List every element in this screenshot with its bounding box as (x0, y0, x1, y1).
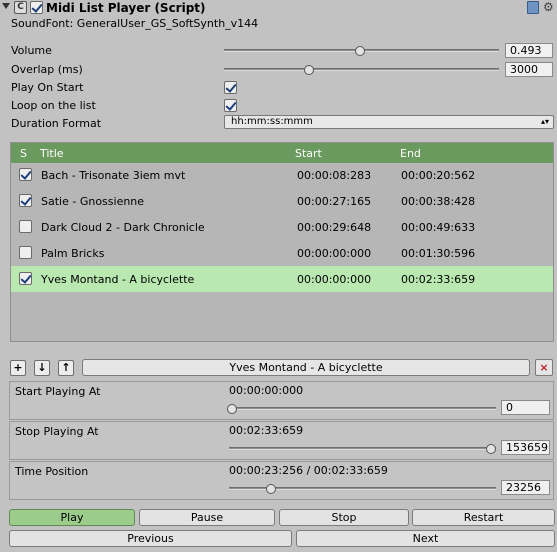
row-end: 00:02:33:659 (401, 273, 476, 286)
row-start: 00:00:08:283 (297, 169, 372, 182)
list-row[interactable]: Dark Cloud 2 - Dark Chronicle 00:00:29:6… (11, 214, 553, 240)
list-row[interactable]: Bach - Trisonate 3iem mvt 00:00:08:283 0… (11, 162, 553, 188)
stop-playing-time: 00:02:33:659 (229, 424, 304, 437)
play-on-start-label: Play On Start (11, 81, 84, 94)
stop-button[interactable]: Stop (279, 509, 409, 526)
row-title: Yves Montand - A bicyclette (41, 273, 195, 286)
time-position-text: 00:00:23:256 / 00:02:33:659 (229, 464, 388, 477)
row-start: 00:00:29:648 (297, 221, 372, 234)
volume-field[interactable]: 0.493 (505, 43, 553, 58)
move-down-button[interactable]: ↓ (34, 360, 50, 376)
duration-format-value: hh:mm:ss:mmm (231, 116, 313, 127)
selected-item-button[interactable]: Yves Montand - A bicyclette (82, 359, 530, 376)
col-header-end: End (400, 147, 421, 160)
stop-playing-label: Stop Playing At (15, 425, 99, 438)
position-slider-thumb[interactable] (266, 484, 276, 494)
row-title: Bach - Trisonate 3iem mvt (41, 169, 186, 182)
play-on-start-checkbox[interactable] (224, 81, 237, 94)
previous-button[interactable]: Previous (9, 530, 292, 547)
row-title: Dark Cloud 2 - Dark Chronicle (41, 221, 205, 234)
overlap-field[interactable]: 3000 (505, 62, 553, 77)
row-checkbox[interactable] (19, 220, 32, 233)
gear-icon[interactable]: ⚙ (543, 1, 554, 14)
overlap-label: Overlap (ms) (11, 63, 83, 76)
list-row-selected[interactable]: Yves Montand - A bicyclette 00:00:00:000… (11, 266, 553, 292)
row-checkbox[interactable] (19, 272, 32, 285)
script-icon: C (14, 1, 27, 14)
row-checkbox[interactable] (19, 168, 32, 181)
pause-button[interactable]: Pause (139, 509, 275, 526)
list-row[interactable]: Satie - Gnossienne 00:00:27:165 00:00:38… (11, 188, 553, 214)
row-title: Satie - Gnossienne (41, 195, 145, 208)
start-playing-time: 00:00:00:000 (229, 384, 304, 397)
row-end: 00:00:38:428 (401, 195, 476, 208)
volume-slider-thumb[interactable] (355, 46, 365, 56)
row-start: 00:00:00:000 (297, 247, 372, 260)
list-row[interactable]: Palm Bricks 00:00:00:000 00:01:30:596 (11, 240, 553, 266)
row-title: Palm Bricks (41, 247, 105, 260)
play-button[interactable]: Play (9, 509, 135, 526)
position-field[interactable]: 23256 (501, 480, 550, 495)
start-slider-thumb[interactable] (227, 404, 237, 414)
row-end: 00:00:49:633 (401, 221, 476, 234)
stop-field[interactable]: 153659 (501, 440, 550, 455)
overlap-slider-thumb[interactable] (304, 65, 314, 75)
row-checkbox[interactable] (19, 194, 32, 207)
row-start: 00:00:00:000 (297, 273, 372, 286)
start-field[interactable]: 0 (501, 400, 550, 415)
volume-label: Volume (11, 44, 52, 57)
duration-format-dropdown[interactable]: hh:mm:ss:mmm ▴▾ (224, 115, 554, 129)
row-start: 00:00:27:165 (297, 195, 372, 208)
list-header: S Title Start End (11, 143, 553, 163)
loop-checkbox[interactable] (224, 99, 237, 112)
col-header-title: Title (40, 147, 64, 160)
dropdown-arrow-icon: ▴▾ (540, 117, 549, 126)
stop-slider-thumb[interactable] (486, 444, 496, 454)
time-position-label: Time Position (15, 465, 89, 478)
restart-button[interactable]: Restart (412, 509, 555, 526)
soundfont-label: SoundFont: GeneralUser_GS_SoftSynth_v144 (11, 17, 259, 30)
col-header-s: S (20, 147, 27, 160)
add-item-button[interactable]: + (10, 360, 26, 376)
start-slider-track[interactable] (229, 407, 496, 410)
duration-format-label: Duration Format (11, 117, 102, 130)
component-enabled-checkbox[interactable] (30, 1, 43, 14)
col-header-start: Start (295, 147, 322, 160)
remove-item-button[interactable]: × (535, 359, 553, 376)
help-book-icon[interactable] (527, 1, 539, 14)
next-button[interactable]: Next (296, 530, 555, 547)
stop-slider-track[interactable] (229, 447, 496, 450)
overlap-slider-track[interactable] (224, 68, 499, 71)
component-title: Midi List Player (Script) (46, 1, 206, 15)
row-end: 00:01:30:596 (401, 247, 476, 260)
foldout-arrow-icon[interactable] (2, 3, 10, 9)
row-end: 00:00:20:562 (401, 169, 476, 182)
loop-label: Loop on the list (11, 99, 96, 112)
move-up-button[interactable]: ↑ (58, 360, 74, 376)
start-playing-label: Start Playing At (15, 385, 101, 398)
row-checkbox[interactable] (19, 246, 32, 259)
